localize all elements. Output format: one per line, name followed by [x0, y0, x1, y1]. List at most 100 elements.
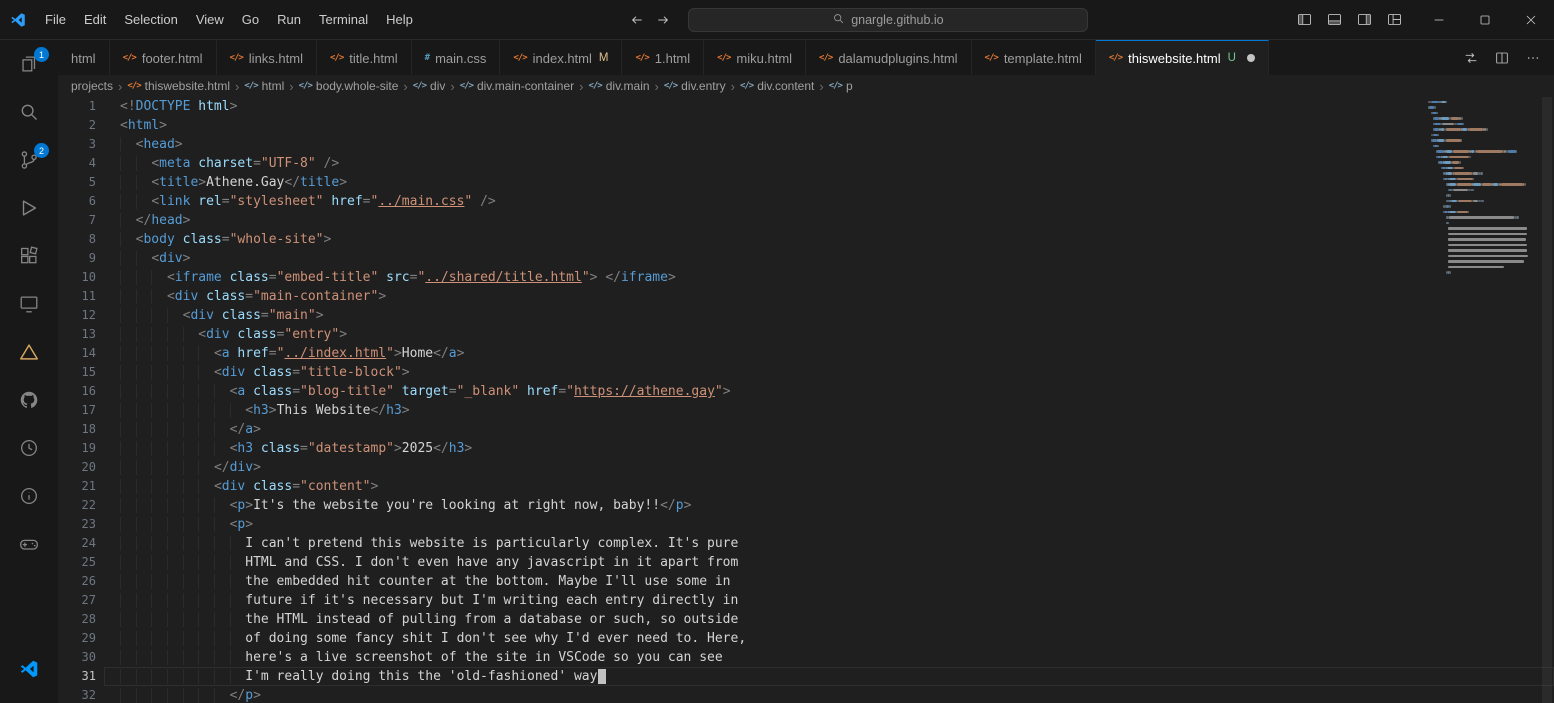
arrow-right-icon[interactable] [651, 8, 675, 32]
code-line[interactable]: 23 <p> [58, 515, 1554, 534]
menu-item-go[interactable]: Go [233, 7, 268, 33]
breadcrumb-item-div-main[interactable]: </>div.main [587, 79, 650, 93]
code-line[interactable]: 13 <div class="entry"> [58, 325, 1554, 344]
customize-layout-icon[interactable] [1381, 7, 1408, 33]
scrollbar-thumb[interactable] [1542, 97, 1552, 703]
activity-github[interactable] [5, 378, 53, 426]
more-actions-icon[interactable] [1519, 45, 1546, 71]
activity-badge: 1 [34, 47, 49, 62]
tab-title-html[interactable]: </>title.html [317, 40, 412, 75]
code-line[interactable]: 29 of doing some fancy shit I don't see … [58, 629, 1554, 648]
tab-miku-html[interactable]: </>miku.html [704, 40, 806, 75]
code-line[interactable]: 32 </p> [58, 686, 1554, 703]
toggle-secondary-sidebar-icon[interactable] [1351, 7, 1378, 33]
code-text: <div class="title-block"> [104, 363, 1554, 382]
activity-source-control[interactable]: 2 [5, 138, 53, 186]
breadcrumb-item-div-main-container[interactable]: </>div.main-container [459, 79, 575, 93]
breadcrumb-item-div-content[interactable]: </>div.content [739, 79, 815, 93]
close-button[interactable] [1508, 0, 1554, 39]
code-line[interactable]: 11 <div class="main-container"> [58, 287, 1554, 306]
breadcrumb-item-thiswebsite-html[interactable]: </>thiswebsite.html [126, 79, 231, 93]
tab-dalamudplugins-html[interactable]: </>dalamudplugins.html [806, 40, 972, 75]
code-line[interactable]: 19 <h3 class="datestamp">2025</h3> [58, 439, 1554, 458]
vertical-scrollbar[interactable] [1540, 97, 1554, 703]
code-line[interactable]: 16 <a class="blog-title" target="_blank"… [58, 382, 1554, 401]
code-line[interactable]: 26 the embedded hit counter at the botto… [58, 572, 1554, 591]
code-line[interactable]: 2<html> [58, 116, 1554, 135]
code-line[interactable]: 8 <body class="whole-site"> [58, 230, 1554, 249]
breadcrumb-item-html[interactable]: </>html [243, 79, 285, 93]
code-line[interactable]: 21 <div class="content"> [58, 477, 1554, 496]
tab-template-html[interactable]: </>template.html [972, 40, 1096, 75]
command-center[interactable]: gnargle.github.io [688, 8, 1088, 32]
code-line[interactable]: 6 <link rel="stylesheet" href="../main.c… [58, 192, 1554, 211]
activity-extensions[interactable] [5, 234, 53, 282]
toggle-sidebar-icon[interactable] [1291, 7, 1318, 33]
code-line[interactable]: 17 <h3>This Website</h3> [58, 401, 1554, 420]
code-line[interactable]: 9 <div> [58, 249, 1554, 268]
vscode-logo-icon [0, 11, 36, 29]
code-line[interactable]: 22 <p>It's the website you're looking at… [58, 496, 1554, 515]
breadcrumb-item-div-entry[interactable]: </>div.entry [663, 79, 727, 93]
activity-vscode-extension[interactable] [5, 647, 53, 695]
code-line[interactable]: 14 <a href="../index.html">Home</a> [58, 344, 1554, 363]
activity-extension-info[interactable] [5, 474, 53, 522]
code-line[interactable]: 3 <head> [58, 135, 1554, 154]
tab-footer-html[interactable]: </>footer.html [110, 40, 217, 75]
code-editor[interactable]: 1<!DOCTYPE html>2<html>3 <head>4 <meta c… [58, 97, 1554, 703]
code-line[interactable]: 25 HTML and CSS. I don't even have any j… [58, 553, 1554, 572]
line-number: 7 [58, 211, 104, 230]
code-line[interactable]: 28 the HTML instead of pulling from a da… [58, 610, 1554, 629]
menu-item-run[interactable]: Run [268, 7, 310, 33]
menu-item-view[interactable]: View [187, 7, 233, 33]
tab-label: html [71, 51, 96, 66]
code-line[interactable]: 10 <iframe class="embed-title" src="../s… [58, 268, 1554, 287]
menu-item-terminal[interactable]: Terminal [310, 7, 377, 33]
menu-item-file[interactable]: File [36, 7, 75, 33]
maximize-button[interactable] [1462, 0, 1508, 39]
minimap[interactable] [1428, 99, 1540, 275]
line-number: 25 [58, 553, 104, 572]
code-line[interactable]: 20 </div> [58, 458, 1554, 477]
minimize-button[interactable] [1416, 0, 1462, 39]
code-line[interactable]: 5 <title>Athene.Gay</title> [58, 173, 1554, 192]
code-line[interactable]: 31 I'm really doing this the 'old-fashio… [58, 667, 1554, 686]
code-line[interactable]: 12 <div class="main"> [58, 306, 1554, 325]
breadcrumb-item-projects[interactable]: projects [70, 79, 114, 93]
breadcrumb-item-div[interactable]: </>div [412, 79, 447, 93]
tab-index-html[interactable]: </>index.htmlM [500, 40, 622, 75]
code-line[interactable]: 1<!DOCTYPE html> [58, 97, 1554, 116]
code-line[interactable]: 7 </head> [58, 211, 1554, 230]
tab-main-css[interactable]: #main.css [412, 40, 501, 75]
line-number: 24 [58, 534, 104, 553]
breadcrumb-item-body-whole-site[interactable]: </>body.whole-site [298, 79, 400, 93]
menu-item-help[interactable]: Help [377, 7, 422, 33]
activity-extension-game[interactable] [5, 522, 53, 570]
tab-1-html[interactable]: </>1.html [622, 40, 704, 75]
breadcrumb-item-p[interactable]: </>p [828, 79, 854, 93]
activity-run-debug[interactable] [5, 186, 53, 234]
tab-links-html[interactable]: </>links.html [217, 40, 317, 75]
code-line[interactable]: 27 future if it's necessary but I'm writ… [58, 591, 1554, 610]
activity-explorer[interactable]: 1 [5, 42, 53, 90]
menu-item-selection[interactable]: Selection [115, 7, 186, 33]
code-text: <html> [104, 116, 1554, 135]
activity-remote-explorer[interactable] [5, 282, 53, 330]
code-line[interactable]: 24 I can't pretend this website is parti… [58, 534, 1554, 553]
tab-thiswebsite-html[interactable]: </>thiswebsite.htmlU [1096, 40, 1269, 75]
code-line[interactable]: 30 here's a live screenshot of the site … [58, 648, 1554, 667]
activity-timeline[interactable] [5, 426, 53, 474]
activity-extension-triangle[interactable] [5, 330, 53, 378]
code-line[interactable]: 15 <div class="title-block"> [58, 363, 1554, 382]
toggle-panel-icon[interactable] [1321, 7, 1348, 33]
code-text: </a> [104, 420, 1554, 439]
open-changes-icon[interactable] [1457, 45, 1484, 71]
activity-search[interactable] [5, 90, 53, 138]
split-editor-icon[interactable] [1488, 45, 1515, 71]
tab-html[interactable]: html [58, 40, 110, 75]
arrow-left-icon[interactable] [625, 8, 649, 32]
code-line[interactable]: 18 </a> [58, 420, 1554, 439]
code-line[interactable]: 4 <meta charset="UTF-8" /> [58, 154, 1554, 173]
breadcrumb-label: thiswebsite.html [145, 79, 230, 93]
menu-item-edit[interactable]: Edit [75, 7, 115, 33]
